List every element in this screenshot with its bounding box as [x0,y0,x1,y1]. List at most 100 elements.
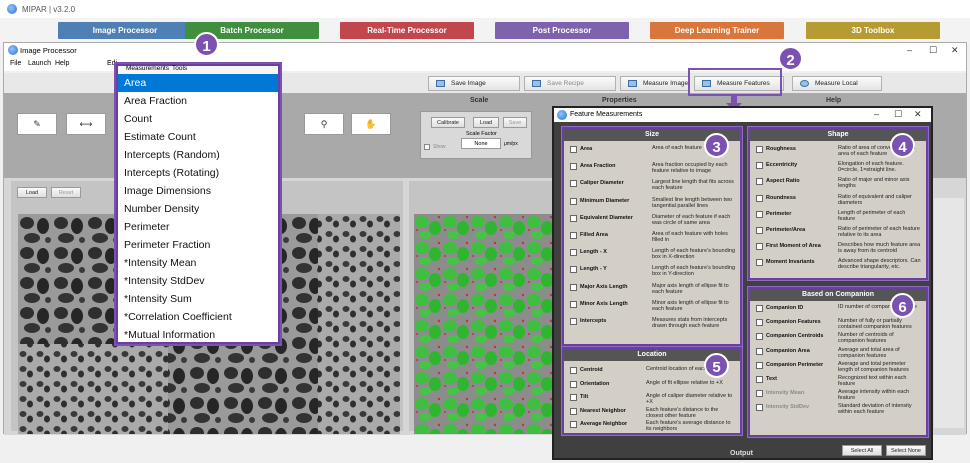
shape-measure-checkbox[interactable] [756,162,763,170]
menu-item-count[interactable]: Count [118,110,278,128]
menu-item-area[interactable]: Area [118,74,278,92]
maximize-icon[interactable]: ☐ [929,45,937,56]
shape-measure-row[interactable]: Eccentricity Elongation of each feature. … [756,161,924,173]
scale-factor-input[interactable]: None [461,138,501,149]
shape-measure-checkbox[interactable] [756,146,763,153]
companion-measure-checkbox[interactable] [756,361,763,369]
menu-item-perimeter[interactable]: Perimeter [118,218,278,236]
save-image-button[interactable]: Save Image [428,76,520,91]
select-none-button[interactable]: Select None [886,445,926,456]
menu-item-estimate-count[interactable]: Estimate Count [118,128,278,146]
size-measure-checkbox[interactable] [570,283,577,291]
companion-measure-row[interactable]: Companion Perimeter Average and total per… [756,361,924,373]
size-measure-checkbox[interactable] [570,232,577,239]
module-tab-image-processor[interactable]: Image Processor [58,22,192,39]
module-tab-3d-toolbox[interactable]: 3D Toolbox [806,22,940,39]
select-all-button[interactable]: Select All [842,445,882,456]
size-measure-row[interactable]: Length - X Length of each feature's bound… [570,248,738,260]
companion-measure-row[interactable]: Companion Area Average and total area of … [756,347,924,359]
menu-file[interactable]: File [10,60,21,67]
size-measure-checkbox[interactable] [570,146,577,153]
module-tab-realtime-processor[interactable]: Real-Time Processor [340,22,474,39]
size-measure-row[interactable]: Equivalent Diameter Diameter of each feat… [570,214,738,226]
menu-item-perimeter-fraction[interactable]: Perimeter Fraction [118,236,278,254]
location-measure-checkbox[interactable] [570,380,577,388]
location-measure-checkbox[interactable] [570,394,577,402]
reset-image-button[interactable]: Reset [51,187,81,198]
companion-measure-row[interactable]: Text Recognized text within each feature [756,375,924,387]
save-recipe-button[interactable]: Save Recipe [524,76,616,91]
companion-measure-row[interactable]: Intensity Mean Average intensity within e… [756,389,924,401]
feature-maximize-icon[interactable]: ☐ [894,109,902,120]
shape-measure-checkbox[interactable] [756,178,763,186]
companion-measure-checkbox[interactable] [756,376,763,383]
location-measure-row[interactable]: Nearest Neighbor Each feature's distance … [570,407,738,419]
size-measure-checkbox[interactable] [570,249,577,257]
shape-measure-row[interactable]: First Moment of Area Describes how much f… [756,242,924,254]
size-measure-row[interactable]: Intercepts Measures stats from intercepts… [570,317,738,329]
shape-measure-row[interactable]: Perimeter Length of perimeter of each fea… [756,210,924,222]
size-measure-row[interactable]: Minor Axis Length Minor axis length of el… [570,300,738,312]
eyedropper-tool-icon[interactable]: ✎ [17,113,57,135]
feature-close-icon[interactable]: ✕ [914,109,922,120]
shape-measure-row[interactable]: Aspect Ratio Ratio of major and minor axi… [756,177,924,189]
companion-measure-checkbox[interactable] [756,390,763,398]
location-measure-row[interactable]: Average Neighbor Each feature's average d… [570,420,738,432]
companion-measure-checkbox[interactable] [756,347,763,355]
menu-item-intensity-sum[interactable]: *Intensity Sum [118,290,278,308]
shape-measure-checkbox[interactable] [756,210,763,218]
location-measure-checkbox[interactable] [570,421,577,429]
shape-measure-checkbox[interactable] [756,227,763,234]
location-measure-checkbox[interactable] [570,367,577,374]
minimize-icon[interactable]: – [907,45,912,55]
size-measure-checkbox[interactable] [570,214,577,222]
size-measure-row[interactable]: Major Axis Length Major axis length of el… [570,283,738,295]
size-measure-checkbox[interactable] [570,300,577,308]
menu-item-intensity-stddev[interactable]: *Intensity StdDev [118,272,278,290]
menu-measurements[interactable]: Measurements [126,65,169,72]
size-measure-checkbox[interactable] [570,318,577,325]
menu-tools[interactable]: Tools [172,65,187,72]
menu-help[interactable]: Help [55,60,69,67]
module-tab-post-processor[interactable]: Post Processor [495,22,629,39]
menu-item-intercepts-random[interactable]: Intercepts (Random) [118,146,278,164]
line-tool-icon[interactable]: ⟷ [66,113,106,135]
companion-measure-row[interactable]: Intensity StdDev Standard deviation of in… [756,403,924,415]
size-measure-row[interactable]: Minimum Diameter Smallest line length bet… [570,197,738,209]
companion-measure-checkbox[interactable] [756,319,763,327]
menu-item-area-fraction[interactable]: Area Fraction [118,92,278,110]
calibrate-button[interactable]: Calibrate [431,117,465,128]
size-measure-checkbox[interactable] [570,197,577,205]
shape-measure-checkbox[interactable] [756,259,763,267]
shape-measure-row[interactable]: Roundness Ratio of equivalent and caliper… [756,194,924,206]
measure-local-button[interactable]: Measure Local [792,76,882,91]
menu-item-correlation-coefficient[interactable]: *Correlation Coefficient [118,308,278,326]
menu-item-number-density[interactable]: Number Density [118,200,278,218]
location-measure-row[interactable]: Orientation Angle of fit ellipse relative… [570,380,738,390]
size-measure-row[interactable]: Caliper Diameter Largest line length that… [570,179,738,191]
size-measure-checkbox[interactable] [570,163,577,171]
companion-measure-row[interactable]: Companion Centroids Number of centroids o… [756,332,924,344]
size-measure-row[interactable]: Filled Area Area of each feature with hol… [570,231,738,243]
show-scale-checkbox[interactable] [424,144,430,150]
companion-measure-checkbox[interactable] [756,333,763,341]
size-measure-checkbox[interactable] [570,180,577,188]
load-image-button[interactable]: Load [17,187,47,198]
module-tab-deep-learning-trainer[interactable]: Deep Learning Trainer [650,22,784,39]
companion-measure-row[interactable]: Companion Features Number of fully or par… [756,318,924,330]
menu-item-intercepts-rotating[interactable]: Intercepts (Rotating) [118,164,278,182]
shape-measure-checkbox[interactable] [756,243,763,251]
shape-measure-checkbox[interactable] [756,194,763,202]
close-icon[interactable]: ✕ [951,45,959,56]
load-scale-button[interactable]: Load [473,117,499,128]
size-measure-row[interactable]: Length - Y Length of each feature's bound… [570,265,738,277]
zoom-tool-icon[interactable]: ⚲ [304,113,344,135]
menu-launch[interactable]: Launch [28,60,51,67]
feature-minimize-icon[interactable]: – [874,109,879,119]
companion-measure-checkbox[interactable] [756,305,763,312]
pan-tool-icon[interactable]: ✋ [351,113,391,135]
save-scale-button[interactable]: Save [503,117,527,128]
menu-item-image-dimensions[interactable]: Image Dimensions [118,182,278,200]
location-measure-row[interactable]: Tilt Angle of caliper diameter relative t… [570,393,738,405]
measure-image-button[interactable]: Measure Image [620,76,690,91]
